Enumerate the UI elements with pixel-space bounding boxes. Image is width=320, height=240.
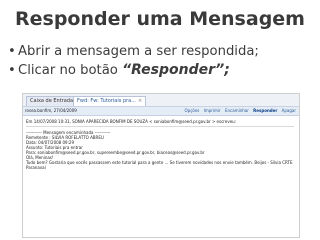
- bullet-icon: •: [8, 63, 16, 78]
- bullet-text: Abrir a mensagem a ser respondida;: [18, 44, 259, 59]
- options-button[interactable]: Opções: [185, 108, 200, 113]
- tab-label: Fwd: Fw: Tutoriais pra...: [77, 98, 137, 104]
- bullet-emphasis: “Responder”;: [122, 62, 230, 78]
- reply-button[interactable]: Responder: [253, 108, 277, 113]
- forward-button[interactable]: Encaminhar: [225, 108, 249, 113]
- message-sender-date: rosea.bonfim, 27/04/2009: [25, 108, 77, 113]
- message-body: Em 14/07/2008 10:31, SONIA APARECIDA BON…: [23, 116, 299, 237]
- divider: [26, 126, 294, 127]
- bullet-item: • Abrir a mensagem a ser respondida;: [8, 43, 316, 61]
- bullet-item: • Clicar no botão “Responder”;: [8, 61, 316, 80]
- tab-bar: Caixa de Entrada [1/82]× Fwd: Fw: Tutori…: [23, 94, 299, 107]
- print-button[interactable]: Imprimir: [204, 108, 221, 113]
- slide-title: Responder uma Mensagem: [15, 8, 305, 30]
- bullet-text: Clicar no botão: [18, 63, 123, 78]
- close-icon[interactable]: ×: [138, 98, 142, 104]
- bullet-list: • Abrir a mensagem a ser respondida; • Cli…: [8, 43, 316, 80]
- message-field: Paranavaí: [26, 165, 46, 170]
- reply-header: Em 14/07/2008 10:31, SONIA APARECIDA BON…: [26, 119, 237, 124]
- email-screenshot: Caixa de Entrada [1/82]× Fwd: Fw: Tutori…: [22, 93, 300, 238]
- tab-message[interactable]: Fwd: Fw: Tutoriais pra... ×: [73, 96, 147, 106]
- delete-button[interactable]: Apagar: [282, 108, 296, 113]
- message-actions: Opções Imprimir Encaminhar Responder Apa…: [182, 107, 297, 115]
- bullet-icon: •: [8, 44, 16, 59]
- message-toolbar: rosea.bonfim, 27/04/2009 Opções Imprimir…: [23, 107, 299, 116]
- message-field: Tudo bem? Gostaria que vocês passassem e…: [26, 160, 293, 165]
- slide: Responder uma Mensagem • Abrir a mensagem…: [0, 0, 320, 240]
